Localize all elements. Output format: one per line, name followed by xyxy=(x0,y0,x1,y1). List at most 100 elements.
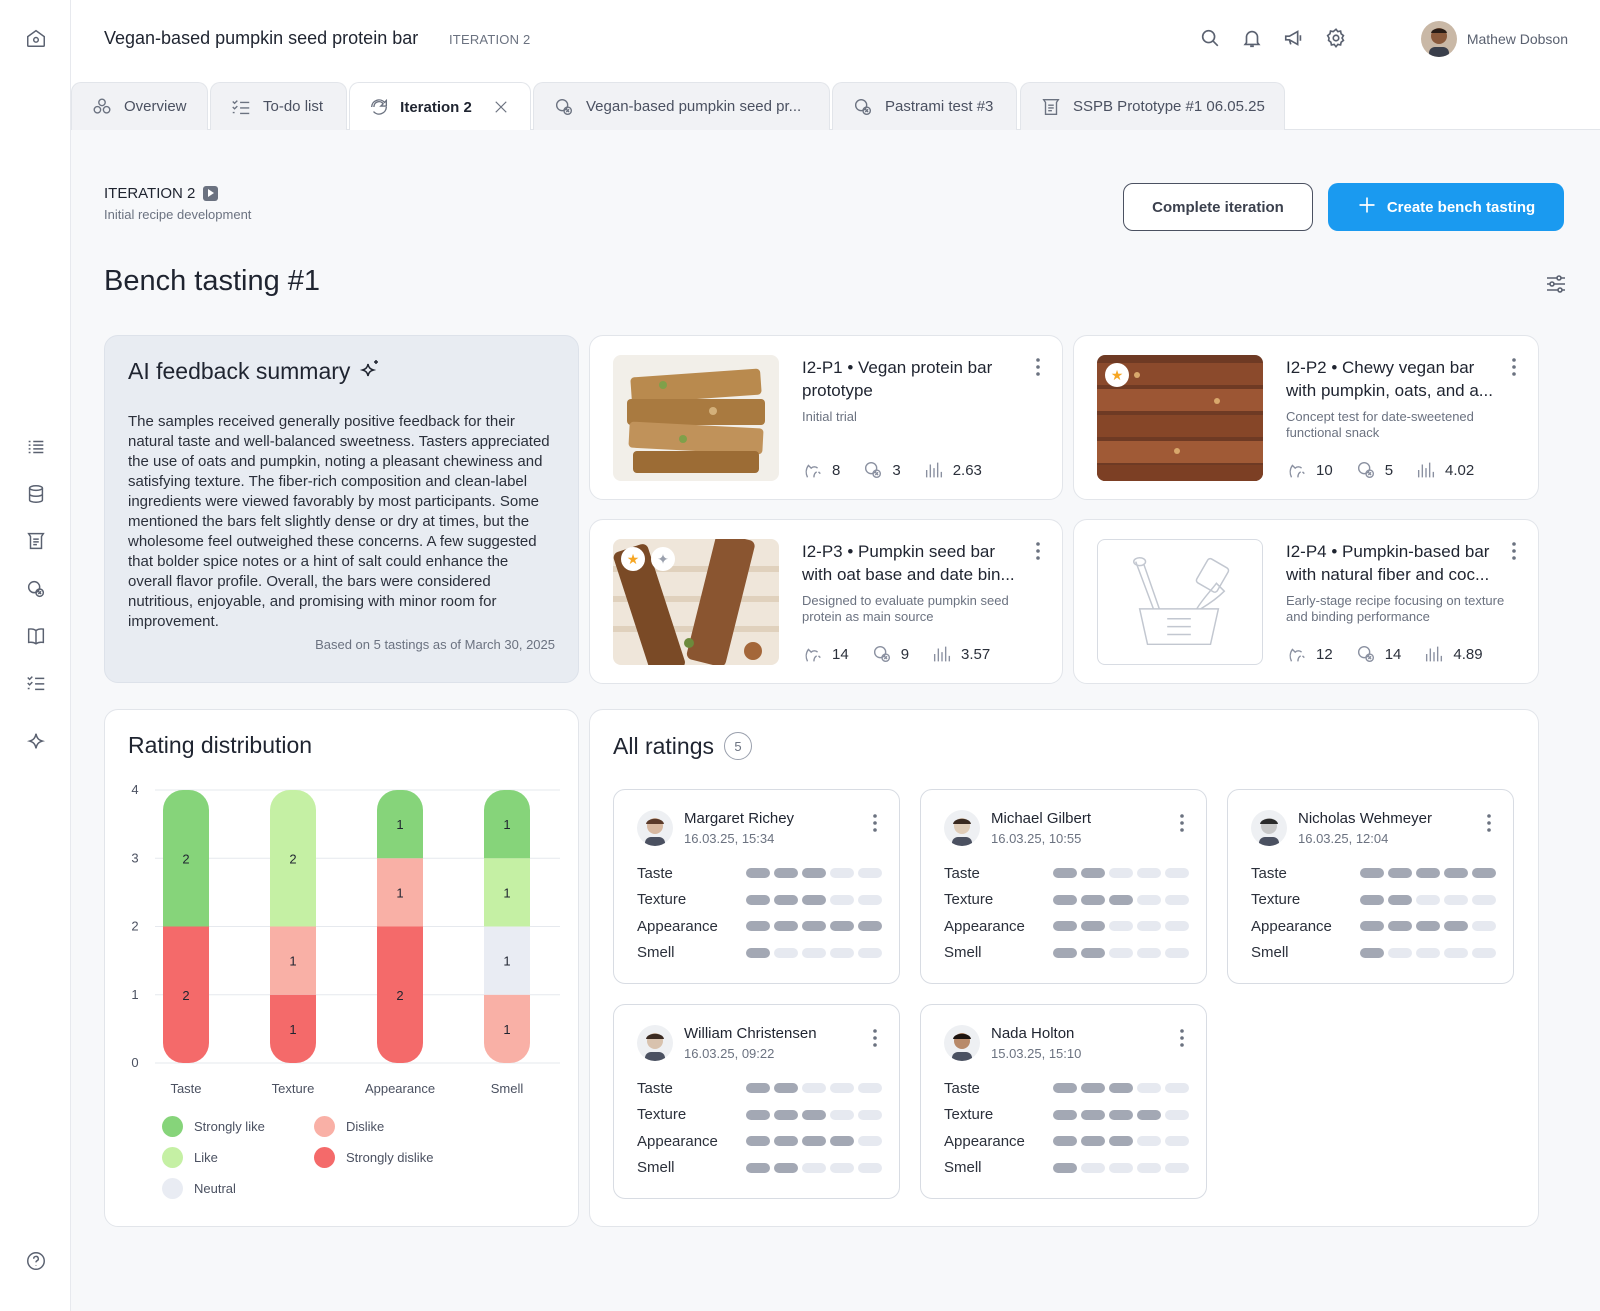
more-options-icon[interactable] xyxy=(1032,540,1044,562)
criterion-label: Appearance xyxy=(637,1132,718,1150)
x-tick-label: Taste xyxy=(170,1081,201,1096)
rating-card[interactable]: Michael Gilbert 16.03.25, 10:55 Taste Textu… xyxy=(920,789,1207,984)
play-icon[interactable] xyxy=(203,186,219,201)
filter-settings-icon[interactable] xyxy=(1544,272,1568,296)
rating-card[interactable]: William Christensen 16.03.25, 09:22 Taste T… xyxy=(613,1004,900,1199)
more-options-icon[interactable] xyxy=(1176,1027,1188,1049)
avatar xyxy=(637,1025,673,1061)
criterion-label: Taste xyxy=(944,864,980,882)
home-icon[interactable] xyxy=(23,25,49,51)
tasting-count: 14 xyxy=(832,645,849,663)
create-bench-tasting-button[interactable]: Create bench tasting xyxy=(1328,183,1564,231)
rating-pill xyxy=(1053,894,1077,905)
rating-card[interactable]: Nicholas Wehmeyer 16.03.25, 12:04 Taste Tex… xyxy=(1227,789,1514,984)
more-options-icon[interactable] xyxy=(1508,540,1520,562)
legend-swatch xyxy=(314,1147,335,1168)
product-card-p4[interactable]: I2-P4 • Pumpkin-based bar with natural f… xyxy=(1073,519,1539,684)
rating-pill xyxy=(1165,1162,1189,1173)
criterion-label: Smell xyxy=(1251,944,1289,961)
project-title: Vegan-based pumpkin seed protein bar xyxy=(104,28,419,48)
product-card-p2[interactable]: ★ I2-P2 • Chewy vegan bar with pumpkin, … xyxy=(1073,335,1539,500)
rating-pill xyxy=(1137,894,1161,905)
book-icon[interactable] xyxy=(23,623,49,649)
star-icon[interactable]: ★ xyxy=(1105,363,1129,387)
all-ratings-card: All ratings 5 Margaret Richey 16.03.25, 15… xyxy=(589,709,1539,1227)
recipe-icon[interactable] xyxy=(23,528,49,554)
rating-pill xyxy=(746,921,770,931)
score-icon xyxy=(1423,643,1445,665)
tab-vegan-bar[interactable]: Vegan-based pumpkin seed pr... xyxy=(533,82,830,130)
iteration-label: ITERATION 2 xyxy=(104,185,196,202)
product-image xyxy=(613,355,779,481)
rating-scale xyxy=(746,1083,882,1093)
rating-scale xyxy=(1053,1109,1189,1120)
more-options-icon[interactable] xyxy=(869,1027,881,1049)
rating-pill xyxy=(1360,868,1384,878)
tab-sspb-prototype[interactable]: SSPB Prototype #1 06.05.25 xyxy=(1020,82,1285,130)
rating-distribution-card: Rating distribution 0 1 2 3 4 2 2 Taste 1 1 2 Textu… xyxy=(104,709,579,1227)
avatar xyxy=(944,810,980,846)
rating-pill xyxy=(858,1109,882,1120)
star-icon[interactable]: ★ xyxy=(621,547,645,571)
criterion-label: Texture xyxy=(1251,891,1301,908)
rating-pill xyxy=(1444,894,1468,905)
rating-date: 16.03.25, 15:34 xyxy=(684,831,775,846)
rating-distribution-chart: 0 1 2 3 4 2 2 Taste 1 1 2 Texture 2 1 1 Appearance 1 1 1 1 S… xyxy=(131,782,560,1096)
rating-pill xyxy=(802,1136,826,1146)
rating-pill xyxy=(1137,947,1161,958)
rating-pill xyxy=(1137,1109,1161,1120)
rating-pill xyxy=(1165,1083,1189,1093)
rating-pill xyxy=(858,1083,882,1093)
rating-pill xyxy=(774,1136,798,1146)
rating-row: Texture xyxy=(637,890,882,910)
data-label: 1 xyxy=(396,885,403,900)
rating-row: Texture xyxy=(1251,890,1496,910)
iteration-icon xyxy=(368,95,390,119)
product-title: I2-P3 • Pumpkin seed bar with oat base a… xyxy=(802,542,1015,584)
user-menu[interactable]: Mathew Dobson xyxy=(1420,21,1568,57)
rating-pill xyxy=(858,1162,882,1173)
rating-pill xyxy=(858,894,882,905)
rating-pill xyxy=(1109,868,1133,878)
average-score: 4.89 xyxy=(1453,645,1483,663)
rating-scale xyxy=(1053,921,1189,931)
criterion-label: Smell xyxy=(944,1159,982,1176)
rating-scale xyxy=(1360,947,1496,958)
flask-icon xyxy=(90,95,114,119)
database-icon[interactable] xyxy=(23,481,49,507)
more-options-icon[interactable] xyxy=(1483,812,1495,834)
rating-pill xyxy=(1081,868,1105,878)
tab-pastrami[interactable]: Pastrami test #3 xyxy=(832,82,1017,130)
more-options-icon[interactable] xyxy=(869,812,881,834)
checklist-icon xyxy=(229,95,253,119)
tasting-icon[interactable] xyxy=(23,576,49,602)
rating-card[interactable]: Margaret Richey 16.03.25, 15:34 Taste Textu… xyxy=(613,789,900,984)
x-tick-label: Texture xyxy=(272,1081,315,1096)
product-card-p3[interactable]: ★ ✦ I2-P3 • Pumpkin seed bar with oat ba… xyxy=(589,519,1063,684)
list-icon[interactable] xyxy=(23,434,49,460)
criterion-label: Taste xyxy=(1251,864,1287,882)
rating-pill xyxy=(774,1109,798,1120)
rating-scale xyxy=(746,1109,882,1120)
iteration-subtitle: Initial recipe development xyxy=(104,207,252,222)
gear-icon[interactable] xyxy=(1324,26,1348,50)
recipe-icon xyxy=(1039,95,1063,119)
search-icon[interactable] xyxy=(1198,26,1222,50)
more-options-icon[interactable] xyxy=(1176,812,1188,834)
checklist-icon[interactable] xyxy=(23,670,49,696)
megaphone-icon[interactable] xyxy=(1282,26,1306,50)
tab-overview[interactable]: Overview xyxy=(71,82,208,130)
more-options-icon[interactable] xyxy=(1032,356,1044,378)
complete-iteration-button[interactable]: Complete iteration xyxy=(1123,183,1313,231)
product-card-p1[interactable]: I2-P1 • Vegan protein bar prototype Init… xyxy=(589,335,1063,500)
sparkle-icon[interactable] xyxy=(23,729,49,755)
tab-todo[interactable]: To-do list xyxy=(210,82,347,130)
tab-iteration-2[interactable]: Iteration 2 xyxy=(349,82,531,131)
rating-card[interactable]: Nada Holton 15.03.25, 15:10 Taste Texture Ap… xyxy=(920,1004,1207,1199)
help-icon[interactable] xyxy=(23,1248,49,1274)
more-options-icon[interactable] xyxy=(1508,356,1520,378)
sparkle-icon[interactable]: ✦ xyxy=(651,547,675,571)
rating-pill xyxy=(1388,921,1412,931)
close-icon[interactable] xyxy=(490,95,512,119)
bell-icon[interactable] xyxy=(1240,26,1264,50)
